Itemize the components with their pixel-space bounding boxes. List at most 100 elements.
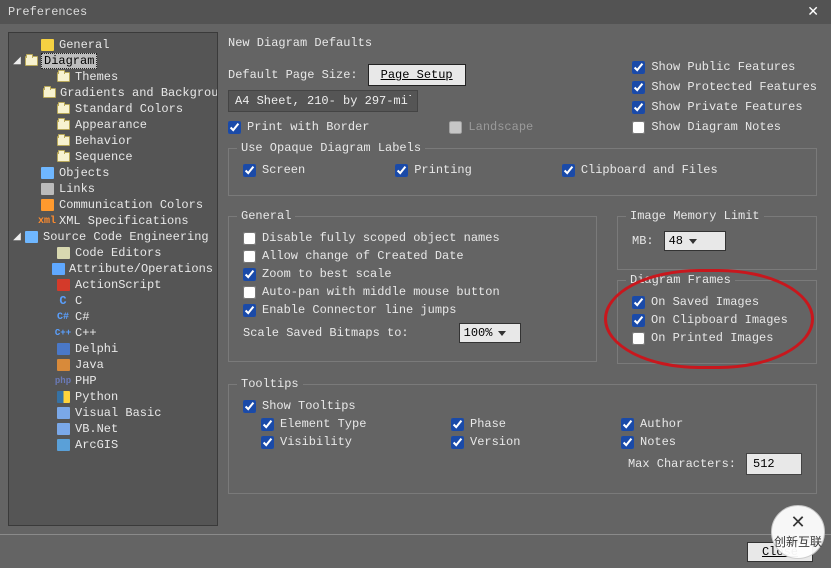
- show-notes-checkbox[interactable]: Show Diagram Notes: [632, 120, 817, 134]
- tree-item[interactable]: Attribute/Operations: [11, 261, 215, 277]
- dialog-body: General ◢ DiagramThemesGradients and Backg…: [0, 24, 831, 534]
- tree-item[interactable]: Sequence: [11, 149, 215, 165]
- tree-item-label: Links: [57, 182, 97, 196]
- tree-item[interactable]: Java: [11, 357, 215, 373]
- frames-printed-checkbox[interactable]: On Printed Images: [632, 331, 773, 345]
- tree-item-label: C: [73, 294, 84, 308]
- frames-saved-checkbox[interactable]: On Saved Images: [632, 295, 759, 309]
- tt-visibility-checkbox[interactable]: Visibility: [261, 435, 381, 449]
- tree-item-label: C#: [73, 310, 91, 324]
- vb-icon: [55, 406, 71, 420]
- show-private-checkbox[interactable]: Show Private Features: [632, 100, 817, 114]
- allow-date-checkbox[interactable]: Allow change of Created Date: [243, 249, 464, 263]
- frames-clipboard-checkbox[interactable]: On Clipboard Images: [632, 313, 788, 327]
- opaque-clipboard-checkbox[interactable]: Clipboard and Files: [562, 163, 718, 177]
- frames-group: Diagram Frames On Saved Images On Clipbo…: [617, 280, 817, 364]
- tree-item[interactable]: C#C#: [11, 309, 215, 325]
- tree-item[interactable]: Appearance: [11, 117, 215, 133]
- tooltips-group: Tooltips Show Tooltips Element Type Phas…: [228, 384, 817, 494]
- show-tooltips-checkbox[interactable]: Show Tooltips: [243, 399, 356, 413]
- attr-icon: [52, 262, 65, 276]
- tree-item[interactable]: VB.Net: [11, 421, 215, 437]
- folder-icon: [55, 118, 71, 132]
- tree-item[interactable]: General: [11, 37, 215, 53]
- tt-notes-checkbox[interactable]: Notes: [621, 435, 676, 449]
- landscape-checkbox[interactable]: Landscape: [449, 120, 533, 134]
- tree-item[interactable]: Standard Colors: [11, 101, 215, 117]
- php-icon: php: [55, 374, 71, 388]
- tree-item-label: Standard Colors: [73, 102, 185, 116]
- tt-phase-checkbox[interactable]: Phase: [451, 417, 551, 431]
- disable-scoped-checkbox[interactable]: Disable fully scoped object names: [243, 231, 500, 245]
- tree-item[interactable]: ActionScript: [11, 277, 215, 293]
- tree-item[interactable]: Python: [11, 389, 215, 405]
- tree-item-label: Behavior: [73, 134, 135, 148]
- print-border-checkbox[interactable]: Print with Border: [228, 120, 369, 134]
- tree-item-label: PHP: [73, 374, 99, 388]
- tree-item[interactable]: Behavior: [11, 133, 215, 149]
- tree-item-label: Attribute/Operations: [67, 262, 215, 276]
- scale-bitmaps-label: Scale Saved Bitmaps to:: [243, 326, 409, 340]
- autopan-checkbox[interactable]: Auto-pan with middle mouse button: [243, 285, 500, 299]
- zoom-checkbox[interactable]: Zoom to best scale: [243, 267, 392, 281]
- tree-item-label: Appearance: [73, 118, 149, 132]
- delphi-icon: [55, 342, 71, 356]
- tree-item[interactable]: Delphi: [11, 341, 215, 357]
- tree-item-label: Communication Colors: [57, 198, 205, 212]
- folder-icon: [55, 70, 71, 84]
- scale-bitmaps-combo[interactable]: 100%: [459, 323, 521, 343]
- chevron-down-icon: [498, 331, 506, 336]
- tree-item[interactable]: Themes: [11, 69, 215, 85]
- general-group: General Disable fully scoped object name…: [228, 216, 597, 362]
- tree-item[interactable]: CC: [11, 293, 215, 309]
- tree-item[interactable]: Code Editors: [11, 245, 215, 261]
- folder-icon: [23, 54, 39, 68]
- opaque-legend: Use Opaque Diagram Labels: [237, 141, 425, 155]
- tree-item[interactable]: Communication Colors: [11, 197, 215, 213]
- tree-item[interactable]: Links: [11, 181, 215, 197]
- vbnet-icon: [55, 422, 71, 436]
- default-page-size-label: Default Page Size:: [228, 68, 358, 82]
- opaque-screen-checkbox[interactable]: Screen: [243, 163, 305, 177]
- tree-item-label: Python: [73, 390, 120, 404]
- expander-icon[interactable]: ◢: [11, 55, 23, 67]
- tree-item[interactable]: Objects: [11, 165, 215, 181]
- tree-item[interactable]: phpPHP: [11, 373, 215, 389]
- chevron-down-icon: [689, 239, 697, 244]
- tt-author-checkbox[interactable]: Author: [621, 417, 683, 431]
- java-icon: [55, 358, 71, 372]
- tt-version-checkbox[interactable]: Version: [451, 435, 551, 449]
- max-chars-field[interactable]: [746, 453, 802, 475]
- page-setup-button[interactable]: Page Setup: [368, 64, 466, 86]
- connector-checkbox[interactable]: Enable Connector line jumps: [243, 303, 456, 317]
- folder-icon: [55, 134, 71, 148]
- xml-icon: xml: [39, 214, 55, 228]
- cpp-icon: C++: [55, 326, 71, 340]
- expander-icon[interactable]: ◢: [11, 231, 23, 243]
- tree-item[interactable]: Gradients and Background: [11, 85, 215, 101]
- tree-item[interactable]: Visual Basic: [11, 405, 215, 421]
- tree-item[interactable]: ◢Source Code Engineering: [11, 229, 215, 245]
- show-protected-checkbox[interactable]: Show Protected Features: [632, 80, 817, 94]
- tree-item[interactable]: ◢ Diagram: [11, 53, 215, 69]
- close-button[interactable]: Close: [747, 542, 813, 562]
- opaque-labels-group: Use Opaque Diagram Labels Screen Printin…: [228, 148, 817, 196]
- tree-item-label: Delphi: [73, 342, 120, 356]
- memory-group: Image Memory Limit MB: 48: [617, 216, 817, 270]
- panel-title: New Diagram Defaults: [228, 36, 817, 50]
- python-icon: [55, 390, 71, 404]
- tree-item[interactable]: xmlXML Specifications: [11, 213, 215, 229]
- close-icon[interactable]: ✕: [803, 4, 823, 21]
- tree-item[interactable]: ArcGIS: [11, 437, 215, 453]
- comm-icon: [39, 198, 55, 212]
- page-size-field[interactable]: [228, 90, 418, 112]
- tree-item-label: VB.Net: [73, 422, 120, 436]
- category-tree[interactable]: General ◢ DiagramThemesGradients and Backg…: [8, 32, 218, 526]
- show-public-checkbox[interactable]: Show Public Features: [632, 60, 817, 74]
- opaque-printing-checkbox[interactable]: Printing: [395, 163, 472, 177]
- mb-label: MB:: [632, 234, 654, 248]
- mb-combo[interactable]: 48: [664, 231, 726, 251]
- tt-element-type-checkbox[interactable]: Element Type: [261, 417, 381, 431]
- tree-item[interactable]: C++C++: [11, 325, 215, 341]
- tree-item-label: Diagram: [41, 53, 97, 69]
